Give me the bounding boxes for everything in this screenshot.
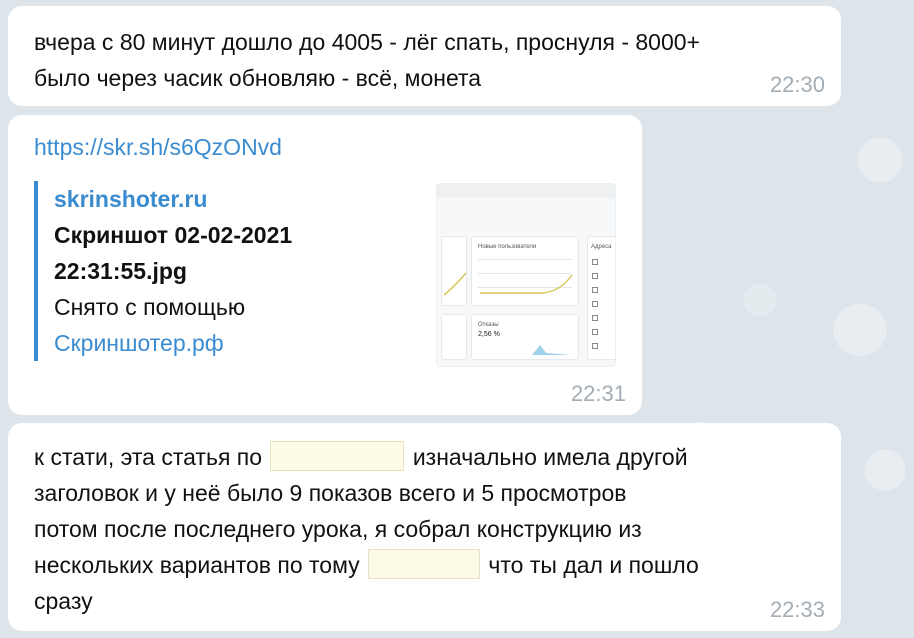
message-time: 22:31 <box>570 381 626 406</box>
thumbnail-line-chart <box>480 274 573 294</box>
redacted-text <box>368 549 481 579</box>
message-text-fragment: что ты дал и пошло <box>488 552 699 578</box>
message-text-line: нескольких вариантов по тому что ты дал … <box>34 547 815 583</box>
checkbox-icon <box>592 315 598 321</box>
message-text-line: было через часик обновляю - всё, монета <box>34 65 482 91</box>
message-text-line: заголовок и у неё было 9 показов всего и… <box>34 480 627 506</box>
message-text-fragment: к стати, эта статья по <box>34 444 263 470</box>
message-bubble[interactable]: вчера с 80 минут дошло до 4005 - лёг спа… <box>8 6 841 106</box>
preview-title-line2: 22:31:55.jpg <box>54 258 187 284</box>
thumbnail-card-users: Новые пользователи <box>471 236 579 306</box>
preview-description: Снято с помощью <box>54 294 246 320</box>
preview-link[interactable]: Скриншотер.рф <box>54 325 334 361</box>
message-text-fragment: изначально имела другой <box>412 444 688 470</box>
checkbox-icon <box>592 259 598 265</box>
checkbox-icon <box>592 273 598 279</box>
message-text-line: вчера с 80 минут дошло до 4005 - лёг спа… <box>34 29 700 55</box>
preview-title: Скриншот 02-02-2021 <box>54 222 293 248</box>
message-bubble-link[interactable]: https://skr.sh/s6QzONvd skrinshoter.ru С… <box>8 115 642 415</box>
message-bubble[interactable]: к стати, эта статья по изначально имела … <box>8 423 841 631</box>
link-preview[interactable]: skrinshoter.ru Скриншот 02-02-2021 22:31… <box>34 181 334 361</box>
message-text-line: сразу <box>34 588 93 614</box>
message-text-line: к стати, эта статья по изначально имела … <box>34 439 815 475</box>
thumbnail-card <box>441 236 467 306</box>
checkbox-icon <box>592 301 598 307</box>
message-text-fragment: нескольких вариантов по тому <box>34 552 360 578</box>
message-time: 22:30 <box>769 72 825 97</box>
checkbox-icon <box>592 343 598 349</box>
thumbnail-sidebar-title: Адреса <box>591 244 612 250</box>
preview-thumbnail[interactable]: Новые пользователи Отказы 2,56 % Адреса <box>436 183 616 367</box>
message-link[interactable]: https://skr.sh/s6QzONvd <box>34 131 616 163</box>
preview-site-name: skrinshoter.ru <box>54 186 208 212</box>
message-text-line: потом после последнего урока, я собрал к… <box>34 516 642 542</box>
checkbox-icon <box>592 287 598 293</box>
thumbnail-card <box>441 314 467 360</box>
thumbnail-area-chart <box>532 345 572 355</box>
thumbnail-chart-icon <box>443 272 467 296</box>
thumbnail-toolbar <box>437 184 615 198</box>
message-time: 22:33 <box>769 597 825 622</box>
thumbnail-card-bounce: Отказы 2,56 % <box>471 314 579 360</box>
checkbox-icon <box>592 329 598 335</box>
thumbnail-sidebar: Адреса <box>587 236 615 360</box>
redacted-text <box>270 441 405 471</box>
